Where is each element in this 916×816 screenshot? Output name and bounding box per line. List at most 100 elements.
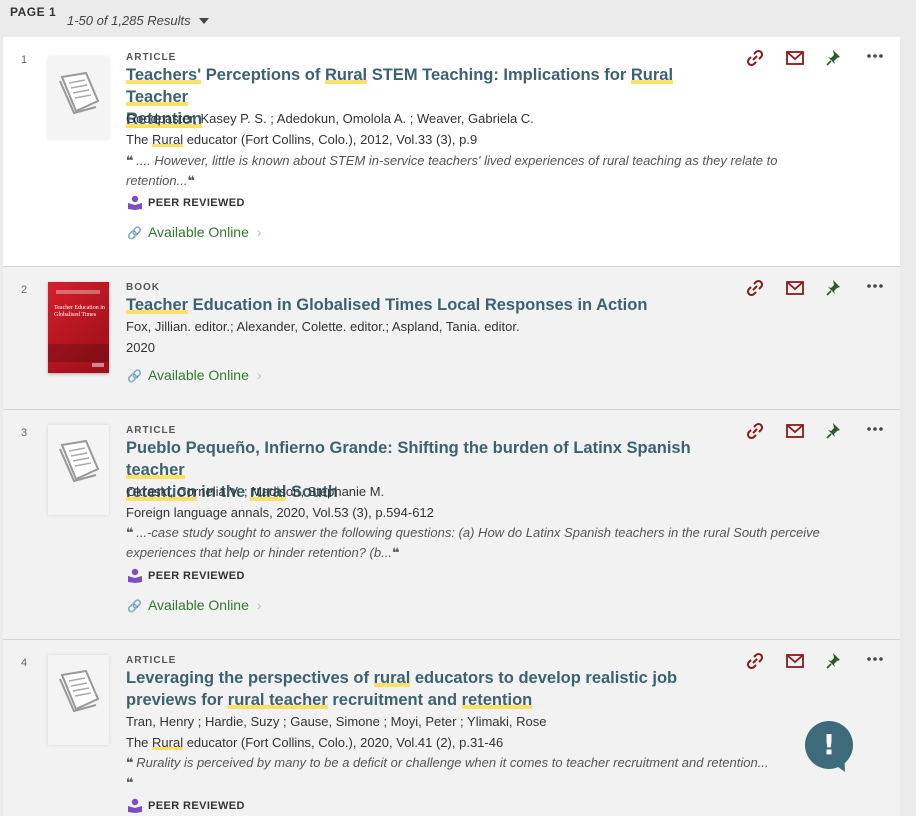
- result-item: 3 ARTICLE Pueblo Pequeño, Infierno Grand…: [3, 410, 900, 640]
- cover-title: Teacher Education in Globalised Times: [54, 305, 105, 318]
- source-text: The: [126, 132, 153, 147]
- quote-open-icon: ❝: [126, 153, 134, 168]
- title-text: Education in Globalised Times Local Resp…: [188, 296, 648, 314]
- peer-reviewed-label: PEER REVIEWED: [148, 800, 245, 812]
- authors: Okraski, Cornelia V. ; Madison, Stephani…: [126, 484, 385, 499]
- pin-icon[interactable]: [824, 651, 846, 671]
- citation-link-icon[interactable]: [744, 651, 766, 671]
- snippet: ❝ .... However, little is known about ST…: [126, 151, 826, 191]
- source-text: The: [126, 735, 153, 750]
- item-type: ARTICLE: [126, 52, 177, 63]
- result-number: 1: [21, 54, 28, 66]
- quote-open-icon: ❝: [126, 755, 134, 770]
- citation-link-icon[interactable]: [744, 278, 766, 298]
- email-icon[interactable]: [784, 651, 806, 671]
- title-highlight: teacher: [126, 461, 185, 479]
- authors: Goodpaster, Kasey P. S. ; Adedokun, Omol…: [126, 111, 534, 126]
- document-placeholder-icon: [59, 439, 100, 483]
- source-highlight: Rural: [152, 132, 184, 147]
- result-item: 1 ARTICLE Teachers' Perceptions of Rural…: [3, 37, 900, 267]
- title-highlight: retention: [461, 691, 533, 709]
- snippet-text: .... However, little is known about STEM…: [126, 153, 778, 188]
- title-highlight: rural: [373, 669, 411, 687]
- result-number: 3: [21, 427, 28, 439]
- more-options-icon[interactable]: [864, 651, 886, 671]
- book-cover-image[interactable]: Teacher Education in Globalised Times: [48, 282, 109, 373]
- title-text: Perceptions of: [201, 66, 325, 84]
- caret-down-icon[interactable]: [199, 18, 209, 24]
- availability-label: Available Online: [147, 597, 249, 613]
- title-text: STEM Teaching: Implications for: [367, 66, 631, 84]
- source-highlight: Rural: [152, 735, 184, 750]
- record-actions: [744, 651, 894, 671]
- availability-link[interactable]: 🔗 Available Online ›: [127, 597, 262, 613]
- link-icon: 🔗: [127, 599, 142, 613]
- title-text: Pueblo Pequeño, Infierno Grande: Shiftin…: [126, 439, 691, 457]
- email-icon[interactable]: [784, 278, 806, 298]
- title-text: Leveraging the perspectives of: [126, 669, 374, 687]
- item-type: ARTICLE: [126, 655, 177, 666]
- availability-label: Available Online: [147, 224, 249, 240]
- snippet-text: Rurality is perceived by many to be a de…: [136, 755, 769, 770]
- results-count-dropdown[interactable]: 1-50 of 1,285 Results: [67, 13, 191, 28]
- document-placeholder-icon: [59, 71, 100, 115]
- result-title[interactable]: Leveraging the perspectives of rural edu…: [126, 667, 736, 711]
- article-thumbnail[interactable]: [48, 655, 109, 745]
- availability-link[interactable]: 🔗 Available Online ›: [127, 224, 262, 240]
- quote-close-icon: ❝: [391, 545, 400, 560]
- pin-icon[interactable]: [824, 278, 846, 298]
- peer-reviewed-icon: [128, 798, 142, 813]
- record-actions: [744, 421, 894, 441]
- publication-year: 2020: [126, 340, 155, 355]
- quote-close-icon: ❝: [126, 775, 134, 790]
- more-options-icon[interactable]: [864, 48, 886, 68]
- result-item: 4 ARTICLE Leveraging the perspectives of…: [3, 640, 900, 816]
- quote-open-icon: ❝: [126, 525, 134, 540]
- result-title[interactable]: Teacher Education in Globalised Times Lo…: [126, 294, 736, 316]
- snippet: ❝ ...-case study sought to answer the fo…: [126, 523, 826, 563]
- peer-reviewed-badge: PEER REVIEWED: [127, 194, 245, 210]
- peer-reviewed-badge: PEER REVIEWED: [127, 567, 245, 583]
- title-highlight: Rural: [324, 66, 368, 84]
- item-type: ARTICLE: [126, 425, 177, 436]
- pin-icon[interactable]: [824, 48, 846, 68]
- item-type: BOOK: [126, 282, 160, 293]
- snippet: ❝ Rurality is perceived by many to be a …: [126, 753, 826, 793]
- peer-reviewed-badge: PEER REVIEWED: [127, 797, 245, 813]
- source: The Rural educator (Fort Collins, Colo.)…: [126, 735, 503, 750]
- chevron-right-icon: ›: [256, 597, 262, 613]
- result-item: 2 Teacher Education in Globalised Times …: [3, 267, 900, 410]
- snippet-text: ...-case study sought to answer the foll…: [126, 525, 820, 560]
- page-label: PAGE 1: [10, 5, 57, 19]
- citation-link-icon[interactable]: [744, 48, 766, 68]
- article-thumbnail[interactable]: [48, 425, 109, 515]
- record-actions: [744, 278, 894, 298]
- title-text: recruitment and: [327, 691, 462, 709]
- availability-label: Available Online: [147, 367, 249, 383]
- email-icon[interactable]: [784, 48, 806, 68]
- peer-reviewed-icon: [128, 195, 142, 210]
- chevron-right-icon: ›: [256, 367, 262, 383]
- citation-link-icon[interactable]: [744, 421, 766, 441]
- help-chat-button[interactable]: !: [805, 721, 853, 769]
- link-icon: 🔗: [127, 226, 142, 240]
- result-number: 4: [21, 657, 28, 669]
- article-thumbnail[interactable]: [48, 57, 109, 139]
- more-options-icon[interactable]: [864, 421, 886, 441]
- email-icon[interactable]: [784, 421, 806, 441]
- record-actions: [744, 48, 894, 68]
- more-options-icon[interactable]: [864, 278, 886, 298]
- source-text: educator (Fort Collins, Colo.), 2020, Vo…: [183, 735, 504, 750]
- source: The Rural educator (Fort Collins, Colo.)…: [126, 132, 477, 147]
- source: Foreign language annals, 2020, Vol.53 (3…: [126, 505, 434, 520]
- result-number: 2: [21, 284, 28, 296]
- chevron-right-icon: ›: [256, 224, 262, 240]
- authors: Tran, Henry ; Hardie, Suzy ; Gause, Simo…: [126, 714, 547, 729]
- link-icon: 🔗: [127, 369, 142, 383]
- availability-link[interactable]: 🔗 Available Online ›: [127, 367, 262, 383]
- source-text: educator (Fort Collins, Colo.), 2012, Vo…: [183, 132, 478, 147]
- peer-reviewed-label: PEER REVIEWED: [148, 570, 245, 582]
- title-highlight: rural teacher: [227, 691, 328, 709]
- pin-icon[interactable]: [824, 421, 846, 441]
- title-highlight: Teachers': [126, 66, 202, 84]
